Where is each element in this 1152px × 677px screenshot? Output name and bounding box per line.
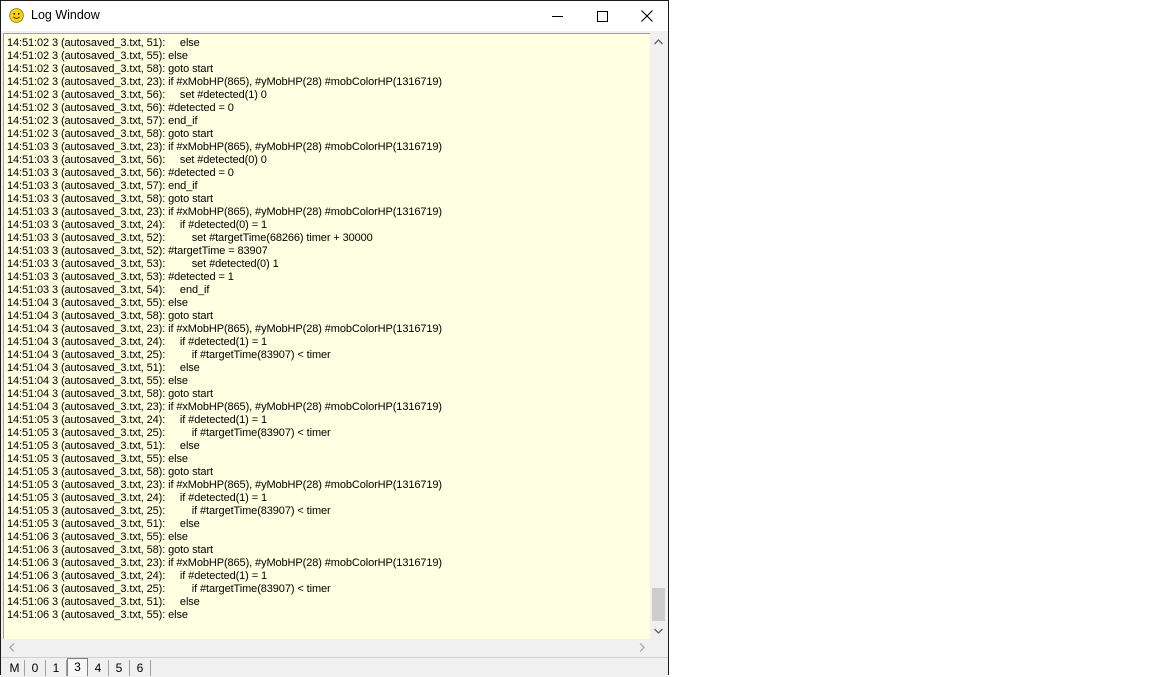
tab-5[interactable]: 5 bbox=[109, 660, 130, 676]
minimize-icon bbox=[551, 15, 563, 17]
tab-0[interactable]: 0 bbox=[25, 660, 46, 676]
log-line: 14:51:06 3 (autosaved_3.txt, 51): else bbox=[7, 596, 200, 608]
close-icon bbox=[641, 10, 653, 22]
log-line: 14:51:03 3 (autosaved_3.txt, 56): #detec… bbox=[7, 167, 234, 179]
tab-4[interactable]: 4 bbox=[88, 660, 109, 676]
log-line: 14:51:04 3 (autosaved_3.txt, 23): if #xM… bbox=[7, 401, 442, 413]
log-line: 14:51:05 3 (autosaved_3.txt, 25): if #ta… bbox=[7, 427, 331, 439]
log-text-area[interactable]: 14:51:02 3 (autosaved_3.txt, 51): else 14… bbox=[3, 33, 650, 639]
tab-m[interactable]: M bbox=[5, 660, 25, 676]
log-line: 14:51:02 3 (autosaved_3.txt, 55): else bbox=[7, 50, 188, 62]
log-line: 14:51:05 3 (autosaved_3.txt, 58): goto s… bbox=[7, 466, 213, 478]
log-line: 14:51:04 3 (autosaved_3.txt, 58): goto s… bbox=[7, 310, 213, 322]
chevron-left-icon bbox=[8, 643, 14, 652]
scroll-right-button[interactable] bbox=[633, 639, 650, 656]
log-line: 14:51:05 3 (autosaved_3.txt, 25): if #ta… bbox=[7, 505, 331, 517]
log-line: 14:51:05 3 (autosaved_3.txt, 51): else bbox=[7, 440, 200, 452]
log-line: 14:51:03 3 (autosaved_3.txt, 52): #targe… bbox=[7, 245, 268, 257]
tab-3[interactable]: 3 bbox=[67, 658, 88, 676]
horizontal-scrollbar[interactable] bbox=[3, 639, 650, 656]
smiley-face-icon bbox=[9, 8, 24, 23]
scroll-left-button[interactable] bbox=[3, 639, 20, 656]
log-line: 14:51:02 3 (autosaved_3.txt, 58): goto s… bbox=[7, 128, 213, 140]
log-line: 14:51:03 3 (autosaved_3.txt, 23): if #xM… bbox=[7, 206, 442, 218]
log-line: 14:51:03 3 (autosaved_3.txt, 52): set #t… bbox=[7, 232, 373, 244]
log-line: 14:51:04 3 (autosaved_3.txt, 51): else bbox=[7, 362, 200, 374]
log-line: 14:51:04 3 (autosaved_3.txt, 55): else bbox=[7, 375, 188, 387]
log-line: 14:51:04 3 (autosaved_3.txt, 58): goto s… bbox=[7, 388, 213, 400]
log-line: 14:51:03 3 (autosaved_3.txt, 24): if #de… bbox=[7, 219, 267, 231]
log-line: 14:51:05 3 (autosaved_3.txt, 23): if #xM… bbox=[7, 479, 442, 491]
scroll-up-button[interactable] bbox=[650, 33, 667, 50]
log-line: 14:51:02 3 (autosaved_3.txt, 58): goto s… bbox=[7, 63, 213, 75]
log-line: 14:51:05 3 (autosaved_3.txt, 51): else bbox=[7, 518, 200, 530]
maximize-button[interactable] bbox=[579, 1, 625, 31]
log-line: 14:51:05 3 (autosaved_3.txt, 24): if #de… bbox=[7, 414, 267, 426]
log-line: 14:51:02 3 (autosaved_3.txt, 57): end_if bbox=[7, 115, 198, 127]
log-line: 14:51:06 3 (autosaved_3.txt, 55): else bbox=[7, 609, 188, 621]
close-button[interactable] bbox=[624, 1, 670, 31]
log-line: 14:51:06 3 (autosaved_3.txt, 23): if #xM… bbox=[7, 557, 442, 569]
title-bar[interactable]: Log Window bbox=[1, 1, 668, 31]
chevron-down-icon bbox=[654, 628, 663, 634]
log-line: 14:51:06 3 (autosaved_3.txt, 58): goto s… bbox=[7, 544, 213, 556]
log-line: 14:51:03 3 (autosaved_3.txt, 54): end_if bbox=[7, 284, 210, 296]
log-line: 14:51:06 3 (autosaved_3.txt, 24): if #de… bbox=[7, 570, 267, 582]
tab-bar: M013456 bbox=[1, 657, 668, 677]
log-line: 14:51:06 3 (autosaved_3.txt, 25): if #ta… bbox=[7, 583, 331, 595]
log-line: 14:51:03 3 (autosaved_3.txt, 53): set #d… bbox=[7, 258, 279, 270]
vertical-scroll-thumb[interactable] bbox=[652, 588, 665, 621]
tab-1[interactable]: 1 bbox=[46, 660, 67, 676]
vertical-scrollbar[interactable] bbox=[650, 33, 667, 639]
log-line: 14:51:03 3 (autosaved_3.txt, 23): if #xM… bbox=[7, 141, 442, 153]
window-title: Log Window bbox=[31, 8, 100, 22]
log-line: 14:51:03 3 (autosaved_3.txt, 58): goto s… bbox=[7, 193, 213, 205]
log-line: 14:51:02 3 (autosaved_3.txt, 56): set #d… bbox=[7, 89, 267, 101]
chevron-up-icon bbox=[654, 38, 663, 44]
log-line: 14:51:04 3 (autosaved_3.txt, 24): if #de… bbox=[7, 336, 267, 348]
chevron-right-icon bbox=[639, 643, 645, 652]
scrollbar-corner bbox=[650, 639, 667, 656]
log-line: 14:51:04 3 (autosaved_3.txt, 55): else bbox=[7, 297, 188, 309]
log-line: 14:51:02 3 (autosaved_3.txt, 23): if #xM… bbox=[7, 76, 442, 88]
log-window: Log Window 14:51:02 3 (autosaved_3.txt, … bbox=[0, 0, 669, 677]
tab-6[interactable]: 6 bbox=[130, 660, 151, 676]
log-line: 14:51:02 3 (autosaved_3.txt, 56): #detec… bbox=[7, 102, 234, 114]
log-line: 14:51:02 3 (autosaved_3.txt, 51): else bbox=[7, 37, 200, 49]
log-line: 14:51:05 3 (autosaved_3.txt, 55): else bbox=[7, 453, 188, 465]
log-line: 14:51:04 3 (autosaved_3.txt, 25): if #ta… bbox=[7, 349, 331, 361]
log-line: 14:51:04 3 (autosaved_3.txt, 23): if #xM… bbox=[7, 323, 442, 335]
log-line: 14:51:03 3 (autosaved_3.txt, 53): #detec… bbox=[7, 271, 234, 283]
log-line: 14:51:05 3 (autosaved_3.txt, 24): if #de… bbox=[7, 492, 267, 504]
log-line: 14:51:03 3 (autosaved_3.txt, 56): set #d… bbox=[7, 154, 267, 166]
log-line: 14:51:03 3 (autosaved_3.txt, 57): end_if bbox=[7, 180, 198, 192]
maximize-icon bbox=[596, 10, 608, 22]
log-line: 14:51:06 3 (autosaved_3.txt, 55): else bbox=[7, 531, 188, 543]
minimize-button[interactable] bbox=[534, 1, 580, 31]
scroll-down-button[interactable] bbox=[650, 622, 667, 639]
